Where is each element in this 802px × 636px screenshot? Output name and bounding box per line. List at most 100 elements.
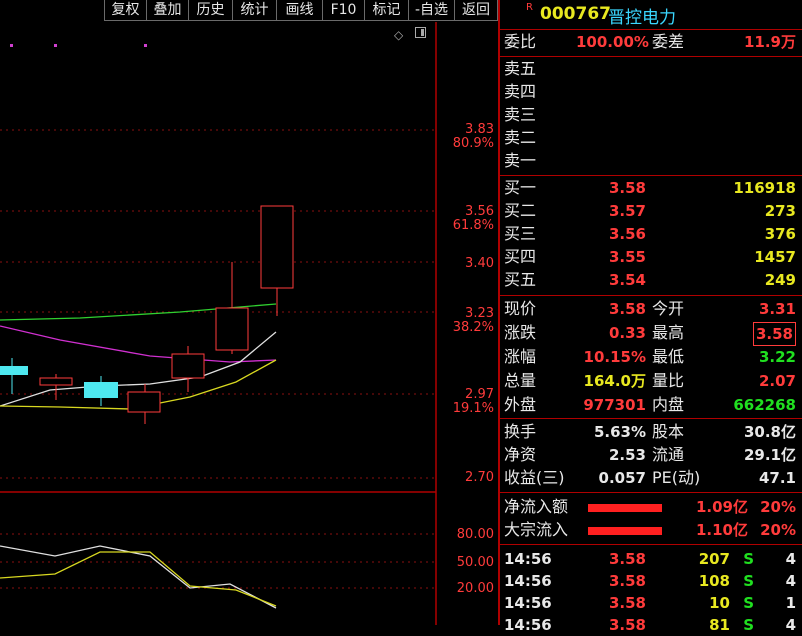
bid-4-volume: 1457	[754, 248, 796, 266]
bid-3-label: 买三	[504, 224, 537, 243]
quote-label: 最高	[652, 323, 685, 342]
tick-volume: 10	[709, 594, 730, 612]
ask-2-label: 卖二	[504, 128, 537, 147]
tick-price: 3.58	[608, 550, 646, 568]
block-inflow-pct: 20%	[760, 521, 796, 539]
quote-label: 量比	[652, 371, 685, 390]
stock-name[interactable]: 晋控电力	[608, 3, 676, 28]
bid-5-volume: 249	[764, 271, 796, 289]
kline-svg	[0, 22, 437, 625]
tick-side: S	[743, 550, 754, 568]
bid-2-volume: 273	[764, 202, 796, 220]
margin-flag: R	[526, 2, 533, 13]
separator	[500, 295, 802, 296]
fundamental-value: 29.1亿	[743, 446, 796, 464]
block-inflow-bar	[588, 527, 662, 535]
draw-line-button[interactable]: 画线	[276, 0, 322, 21]
bid-1-price: 3.58	[608, 179, 646, 197]
ask-5-label: 卖五	[504, 59, 537, 78]
bid-3-price: 3.56	[608, 225, 646, 243]
quote-label: 总量	[504, 371, 537, 390]
panel-toggle-icon[interactable]	[415, 27, 426, 38]
quote-label: 涨幅	[504, 347, 537, 366]
add-watchlist-button[interactable]: -自选	[408, 0, 454, 21]
candle	[84, 382, 118, 398]
tick-time: 14:56	[504, 594, 552, 612]
stock-code[interactable]: 000767	[540, 4, 611, 24]
separator	[500, 175, 802, 176]
block-inflow-value: 1.10亿	[695, 521, 748, 539]
f10-button[interactable]: F10	[322, 0, 364, 21]
fundamental-value: 30.8亿	[743, 423, 796, 441]
indicator-yellow-line	[0, 551, 277, 607]
quote-value: 3.58	[608, 300, 646, 318]
quote-value: 3.31	[758, 300, 796, 318]
candle	[0, 366, 28, 375]
quote-panel: R 000767 晋控电力 委比 100.00% 委差 11.9万 卖五 卖四 …	[498, 0, 802, 634]
tick-time: 14:56	[504, 572, 552, 590]
quote-value: 3.58	[752, 322, 796, 346]
indicator-label: 50.00	[456, 555, 494, 570]
tick-count: 4	[785, 572, 796, 590]
statistics-button[interactable]: 统计	[232, 0, 276, 21]
quote-value: 10.15%	[583, 348, 646, 366]
fib-label: 80.9%	[452, 136, 494, 151]
bid-1-label: 买一	[504, 178, 537, 197]
quote-label: 内盘	[652, 395, 685, 414]
bid-4-price: 3.55	[608, 248, 646, 266]
fundamental-label: 净资	[504, 445, 537, 464]
fundamental-value: 47.1	[758, 469, 796, 487]
tick-count: 4	[785, 616, 796, 634]
candle	[171, 353, 205, 379]
quote-label: 涨跌	[504, 323, 537, 342]
bid-1-volume: 116918	[733, 179, 796, 197]
quote-value: 3.22	[758, 348, 796, 366]
back-button[interactable]: 返回	[454, 0, 498, 21]
diamond-icon[interactable]: ◇	[394, 28, 403, 42]
bid-2-label: 买二	[504, 201, 537, 220]
tick-time: 14:56	[504, 616, 552, 634]
bid-4-label: 买四	[504, 247, 537, 266]
mark-button[interactable]: 标记	[364, 0, 408, 21]
kline-chart[interactable]: ◇ 3.83 80.9% 3.56 61.8% 3.40 3.23 38.2% …	[0, 22, 498, 625]
net-inflow-bar	[588, 504, 662, 512]
tick-side: S	[743, 572, 754, 590]
quote-value: 0.33	[608, 324, 646, 342]
ask-1-label: 卖一	[504, 151, 537, 170]
net-inflow-pct: 20%	[760, 498, 796, 516]
history-button[interactable]: 历史	[188, 0, 232, 21]
bid-2-price: 3.57	[608, 202, 646, 220]
indicator-white-line	[0, 545, 277, 609]
tick-price: 3.58	[608, 572, 646, 590]
indicator-label: 80.00	[456, 527, 494, 542]
bid-5-label: 买五	[504, 270, 537, 289]
block-inflow-label: 大宗流入	[504, 520, 569, 539]
ask-3-label: 卖三	[504, 105, 537, 124]
order-diff-label: 委差	[652, 32, 685, 51]
price-label: 2.70	[465, 470, 494, 485]
quote-label: 今开	[652, 299, 685, 318]
fib-label: 61.8%	[452, 218, 494, 233]
quote-value: 2.07	[758, 372, 796, 390]
restore-rights-button[interactable]: 复权	[104, 0, 146, 21]
candle	[260, 205, 294, 289]
quote-value: 164.0万	[583, 372, 646, 390]
bid-5-price: 3.54	[608, 271, 646, 289]
quote-value: 977301	[583, 396, 646, 414]
net-inflow-label: 净流入额	[504, 497, 569, 516]
tick-volume: 108	[698, 572, 730, 590]
separator	[500, 56, 802, 57]
tick-price: 3.58	[608, 616, 646, 634]
overlay-button[interactable]: 叠加	[146, 0, 188, 21]
price-label: 3.23	[465, 306, 494, 321]
bid-3-volume: 376	[764, 225, 796, 243]
price-label: 3.40	[465, 256, 494, 271]
fundamental-label: 股本	[652, 422, 685, 441]
price-label: 3.56	[465, 204, 494, 219]
fundamental-value: 0.057	[598, 469, 646, 487]
tick-side: S	[743, 616, 754, 634]
separator	[500, 29, 802, 30]
ask-4-label: 卖四	[504, 82, 537, 101]
tick-side: S	[743, 594, 754, 612]
separator	[500, 544, 802, 545]
